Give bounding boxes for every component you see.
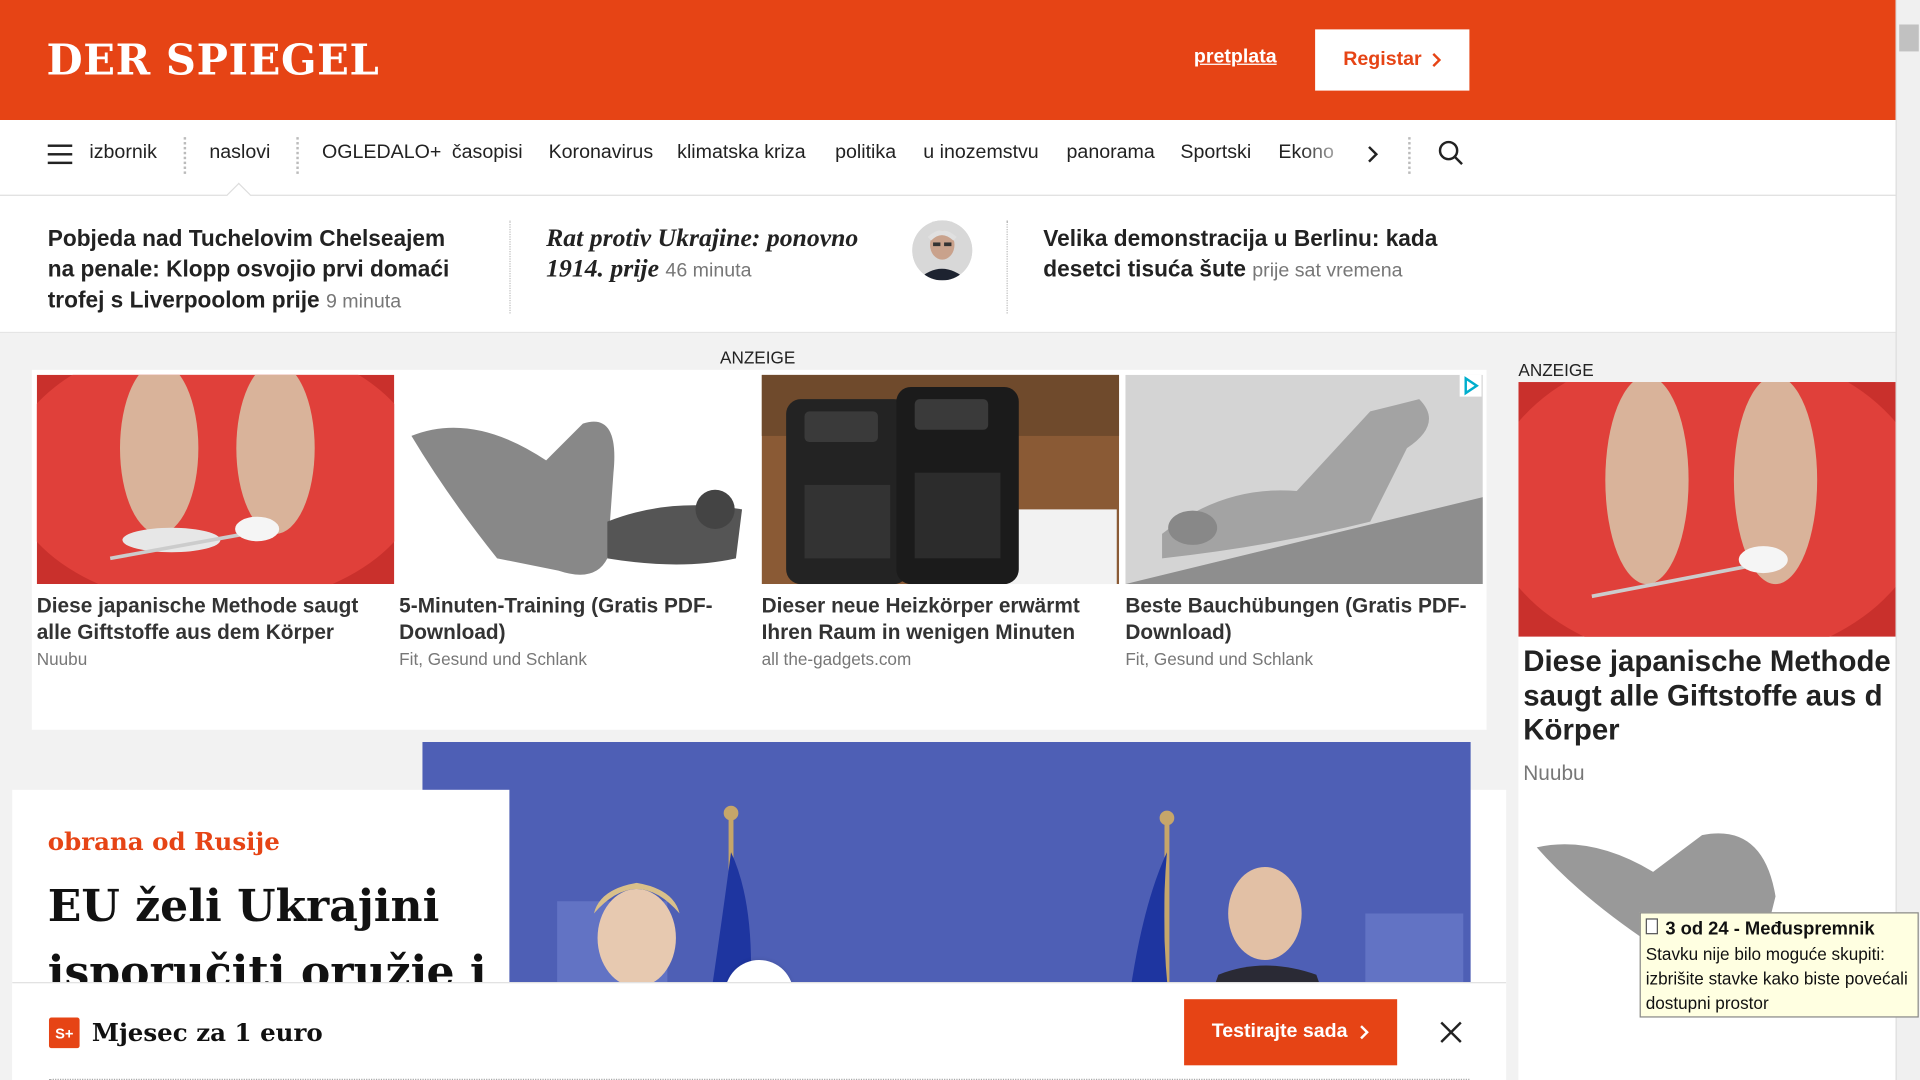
teaser-item[interactable]: Pobjeda nad Tuchelovim Chelseajem na pen…	[48, 223, 477, 317]
clipboard-tooltip: 3 od 24 - Međuspremnik Stavku nije bilo …	[1639, 912, 1919, 1018]
ad-image	[1518, 382, 1896, 637]
nav-item-ogledalo-plus[interactable]: OGLEDALO+	[322, 142, 441, 164]
banner-offer-text: Mjesec za 1 euro	[91, 1017, 323, 1047]
clipboard-icon	[1645, 918, 1658, 935]
sidebar-ad-source: Nuubu	[1523, 761, 1585, 785]
chevron-right-icon	[1360, 1025, 1370, 1040]
register-button[interactable]: Registar	[1315, 29, 1470, 91]
main-navigation: izbornik naslovi OGLEDALO+ časopisi Koro…	[0, 120, 1896, 207]
subscribe-link[interactable]: pretplata	[1194, 47, 1277, 69]
ad-image	[36, 374, 395, 585]
spiegel-plus-badge: S+	[48, 1017, 80, 1049]
try-now-label: Testirajte sada	[1211, 1021, 1348, 1043]
tooltip-title: 3 od 24 - Međuspremnik	[1665, 918, 1875, 940]
nav-menu-label[interactable]: izbornik	[89, 142, 157, 164]
article-kicker: obrana od Rusije	[47, 826, 280, 856]
ad-label: ANZEIGE	[1518, 360, 1594, 380]
ad-card[interactable]: Beste Bauchübungen (Gratis PDF-Download)…	[1125, 374, 1483, 669]
teaser-item[interactable]: Rat protiv Ukrajine: ponovno 1914. prije…	[546, 223, 901, 287]
ad-source: Nuubu	[36, 648, 88, 669]
ad-image	[399, 374, 757, 585]
teaser-divider	[1006, 220, 1008, 314]
teaser-time: 46 minuta	[665, 260, 752, 282]
adchoices-icon[interactable]	[1459, 374, 1482, 397]
chevron-right-icon[interactable]	[1367, 144, 1379, 164]
try-now-button[interactable]: Testirajte sada	[1184, 999, 1398, 1066]
author-avatar[interactable]	[912, 220, 973, 281]
teaser-time: 9 minuta	[325, 291, 402, 313]
teaser-item[interactable]: Velika demonstracija u Berlinu: kada des…	[1043, 223, 1459, 287]
nav-item-politika[interactable]: politika	[835, 142, 896, 164]
ad-title: 5-Minuten-Training (Gratis PDF-Download)	[399, 593, 713, 645]
teaser-time: prije sat vremena	[1252, 260, 1403, 282]
tooltip-title-row: 3 od 24 - Međuspremnik	[1645, 917, 1913, 941]
ad-label: ANZEIGE	[720, 347, 796, 368]
ad-source: all the-gadgets.com	[761, 648, 912, 669]
ad-card[interactable]: Diese japanische Methode saugt alle Gift…	[36, 374, 395, 669]
ad-container: Diese japanische Methode saugt alle Gift…	[31, 369, 1487, 730]
site-logo[interactable]: DER SPIEGEL	[47, 37, 380, 86]
nav-divider	[1408, 137, 1411, 174]
tooltip-body: Stavku nije bilo moguće skupiti: izbriši…	[1645, 944, 1908, 1013]
nav-item-u-inozemstvu[interactable]: u inozemstvu	[923, 142, 1038, 164]
ad-card[interactable]: 5-Minuten-Training (Gratis PDF-Download)…	[399, 374, 757, 669]
nav-fade-overlay	[1297, 132, 1360, 182]
ad-image	[761, 374, 1120, 585]
teaser-bar: Pobjeda nad Tuchelovim Chelseajem na pen…	[0, 195, 1896, 334]
scrollbar-thumb[interactable]	[1899, 24, 1919, 52]
close-icon[interactable]	[1438, 1019, 1465, 1046]
ad-title: Beste Bauchübungen (Gratis PDF-Download)	[1125, 593, 1467, 645]
nav-item-koronavirus[interactable]: Koronavirus	[549, 142, 654, 164]
nav-item-sportski[interactable]: Sportski	[1180, 142, 1251, 164]
nav-item-klimatska-kriza[interactable]: klimatska kriza	[677, 142, 805, 164]
chevron-right-icon	[1432, 53, 1442, 67]
register-button-label: Registar	[1343, 48, 1422, 70]
ad-title: Dieser neue Heizkörper erwärmt Ihren Rau…	[761, 593, 1080, 645]
nav-item-panorama[interactable]: panorama	[1067, 142, 1155, 164]
nav-item-casopisi[interactable]: časopisi	[452, 142, 523, 164]
sidebar-ad-title: Diese japanische Methode saugt alle Gift…	[1523, 645, 1891, 747]
ad-card[interactable]: Dieser neue Heizkörper erwärmt Ihren Rau…	[761, 374, 1120, 669]
nav-item-naslovi[interactable]: naslovi	[209, 142, 270, 164]
nav-divider	[183, 137, 187, 174]
ad-source: Fit, Gesund und Schlank	[1125, 648, 1314, 669]
ad-title: Diese japanische Methode saugt alle Gift…	[36, 593, 359, 645]
hamburger-menu-icon[interactable]	[47, 144, 73, 165]
ad-source: Fit, Gesund und Schlank	[399, 648, 587, 669]
ad-image	[1125, 374, 1483, 585]
teaser-divider	[509, 220, 511, 314]
site-header: DER SPIEGEL pretplata Registar	[0, 0, 1896, 121]
subscription-banner: S+ Mjesec za 1 euro Testirajte sada	[12, 982, 1507, 1080]
search-icon[interactable]	[1438, 140, 1465, 167]
nav-divider	[296, 137, 299, 174]
